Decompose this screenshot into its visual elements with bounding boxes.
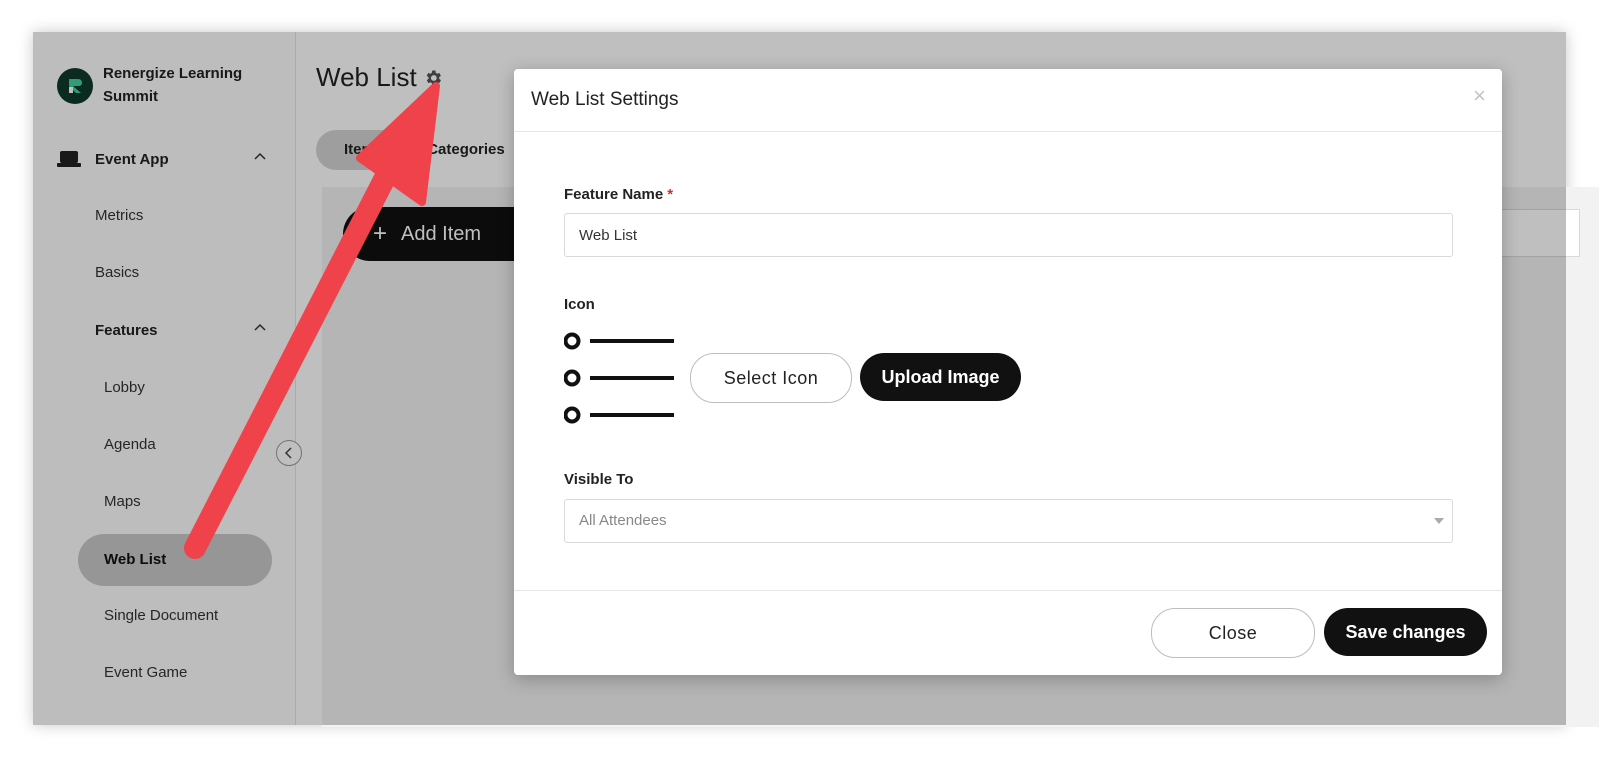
list-icon <box>564 332 674 424</box>
modal-footer: Close Save changes <box>514 590 1502 675</box>
caret-down-icon <box>1434 518 1444 524</box>
modal-header: Web List Settings × <box>514 69 1502 132</box>
visible-to-label: Visible To <box>564 471 634 488</box>
visible-to-value: All Attendees <box>579 512 667 529</box>
feature-name-input[interactable] <box>564 213 1453 257</box>
visible-to-select[interactable]: All Attendees <box>564 499 1453 543</box>
modal-title: Web List Settings <box>531 89 679 110</box>
icon-label: Icon <box>564 296 595 313</box>
required-mark: * <box>667 186 674 203</box>
web-list-settings-modal: Web List Settings × Feature Name* Icon S… <box>514 69 1502 675</box>
select-icon-button[interactable]: Select Icon <box>690 353 852 403</box>
close-button[interactable]: Close <box>1151 608 1315 658</box>
save-changes-button[interactable]: Save changes <box>1324 608 1487 656</box>
upload-image-button[interactable]: Upload Image <box>860 353 1021 401</box>
feature-name-label: Feature Name * <box>564 186 673 203</box>
feature-name-label-text: Feature Name <box>564 186 664 203</box>
close-icon[interactable]: × <box>1473 83 1486 109</box>
